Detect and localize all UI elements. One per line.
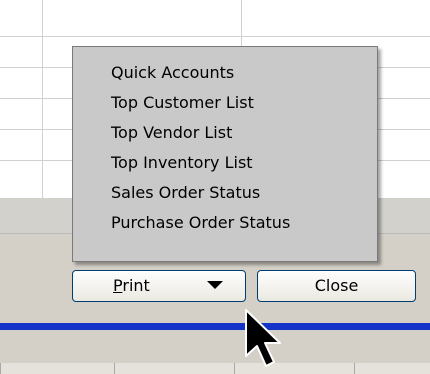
menu-item-top-inventory-list[interactable]: Top Inventory List (111, 153, 253, 172)
bottom-cell (354, 363, 430, 374)
print-label-rest: rint (122, 276, 150, 295)
print-button[interactable]: Print (72, 270, 246, 302)
menu-item-purchase-order-status[interactable]: Purchase Order Status (111, 213, 290, 232)
menu-item-top-vendor-list[interactable]: Top Vendor List (111, 123, 232, 142)
print-dropdown-menu: Quick Accounts Top Customer List Top Ven… (72, 46, 378, 262)
accent-bar (0, 323, 430, 330)
mouse-pointer-icon (245, 309, 281, 367)
bottom-row (0, 363, 430, 374)
bottom-cell (0, 363, 115, 374)
menu-item-top-customer-list[interactable]: Top Customer List (111, 93, 254, 112)
dropdown-caret-icon[interactable] (207, 281, 223, 289)
menu-item-sales-order-status[interactable]: Sales Order Status (111, 183, 260, 202)
grid-column-line (42, 0, 43, 198)
close-button[interactable]: Close (257, 270, 416, 302)
bottom-cell (114, 363, 235, 374)
menu-item-quick-accounts[interactable]: Quick Accounts (111, 63, 234, 82)
print-accesskey: P (113, 276, 123, 295)
grid-row-line (0, 36, 430, 37)
print-button-label: Print (113, 276, 150, 295)
close-button-label: Close (314, 276, 359, 295)
